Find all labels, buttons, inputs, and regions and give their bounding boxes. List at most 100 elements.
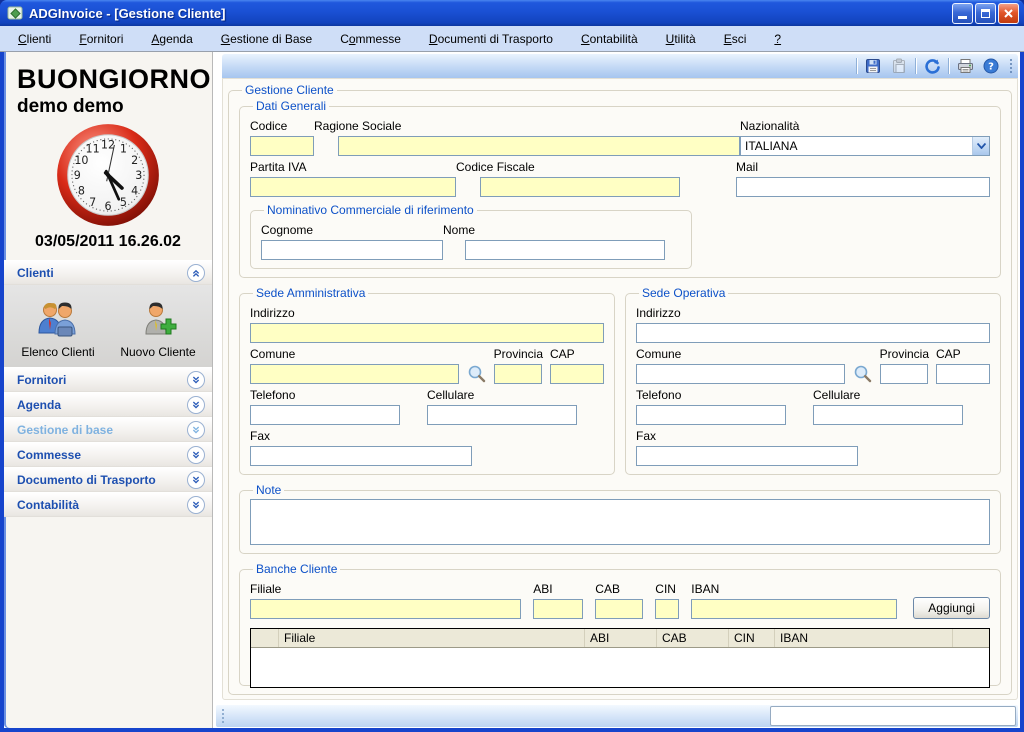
minimize-icon[interactable] <box>952 3 973 24</box>
sidebar: BUONGIORNO demo demo <box>4 52 213 728</box>
statusbar <box>216 705 1018 727</box>
menu-contabilita[interactable]: Contabilità <box>567 28 652 50</box>
close-icon[interactable] <box>998 3 1019 24</box>
ragione-sociale-input[interactable] <box>338 136 740 156</box>
partita-iva-input[interactable] <box>250 177 456 197</box>
sidebar-group-label: Clienti <box>17 266 54 280</box>
sidebar-group-clienti[interactable]: Clienti <box>4 260 212 285</box>
sidebar-group-contabilita[interactable]: Contabilità <box>4 492 212 517</box>
aggiungi-button[interactable]: Aggiungi <box>913 597 990 619</box>
gestione-cliente-title: Gestione Cliente <box>242 83 337 97</box>
nazionalita-value: ITALIANA <box>741 139 972 153</box>
greeting-text: BUONGIORNO <box>4 52 212 95</box>
double-chevron-down-icon[interactable] <box>187 421 205 439</box>
banche-cliente-group: Banche Cliente Filiale ABI CAB <box>239 562 1001 686</box>
sidebar-group-agenda[interactable]: Agenda <box>4 392 212 417</box>
svg-text:2: 2 <box>131 154 138 167</box>
gestione-cliente-group: Gestione Cliente Dati Generali Codice Ra… <box>228 83 1012 695</box>
sidebar-group-documento-di-trasporto[interactable]: Documento di Trasporto <box>4 467 212 492</box>
double-chevron-down-icon[interactable] <box>187 371 205 389</box>
double-chevron-down-icon[interactable] <box>187 471 205 489</box>
sede-oper-cap-input[interactable] <box>936 364 990 384</box>
refresh-icon[interactable] <box>920 56 944 76</box>
elenco-clienti-button[interactable]: Elenco Clienti <box>12 297 104 359</box>
sede-amm-cellulare-input[interactable] <box>427 405 577 425</box>
nazionalita-select[interactable]: ITALIANA <box>740 136 990 156</box>
menu-documenti-di-trasporto[interactable]: Documenti di Trasporto <box>415 28 567 50</box>
abi-input[interactable] <box>533 599 583 619</box>
maximize-icon[interactable] <box>975 3 996 24</box>
search-icon[interactable] <box>852 363 873 384</box>
nominativo-group: Nominativo Commerciale di riferimento Co… <box>250 203 692 269</box>
menu-help[interactable]: ? <box>760 28 795 50</box>
sede-oper-telefono-input[interactable] <box>636 405 786 425</box>
menu-clienti[interactable]: Clienti <box>4 28 65 50</box>
sede-oper-fax-input[interactable] <box>636 446 858 466</box>
menu-esci[interactable]: Esci <box>710 28 761 50</box>
double-chevron-down-icon[interactable] <box>187 496 205 514</box>
menu-fornitori[interactable]: Fornitori <box>65 28 137 50</box>
paste-icon[interactable] <box>887 56 911 76</box>
print-icon[interactable] <box>953 56 977 76</box>
filiale-input[interactable] <box>250 599 521 619</box>
codice-input[interactable] <box>250 136 314 156</box>
app-icon <box>7 5 24 22</box>
nuovo-cliente-button[interactable]: Nuovo Cliente <box>112 297 204 359</box>
cognome-input[interactable] <box>261 240 443 260</box>
iban-input[interactable] <box>691 599 897 619</box>
svg-text:6: 6 <box>104 200 111 213</box>
sede-amm-provincia-input[interactable] <box>494 364 542 384</box>
menu-utilita[interactable]: Utilità <box>652 28 710 50</box>
sede-amministrativa-group: Sede Amministrativa Indirizzo Comune <box>239 286 615 475</box>
chevron-down-icon[interactable] <box>972 137 989 155</box>
menu-gestione-di-base[interactable]: Gestione di Base <box>207 28 326 50</box>
search-icon[interactable] <box>466 363 487 384</box>
col-cin[interactable]: CIN <box>729 629 775 647</box>
codice-fiscale-input[interactable] <box>480 177 680 197</box>
menu-commesse[interactable]: Commesse <box>326 28 415 50</box>
mail-input[interactable] <box>736 177 990 197</box>
analog-clock: 1212 345 678 91011 <box>4 122 212 231</box>
banche-table: Filiale ABI CAB CIN IBAN <box>250 628 990 688</box>
sede-amm-comune-input[interactable] <box>250 364 459 384</box>
clock-icon: 1212 345 678 91011 <box>55 122 161 228</box>
statusbar-input[interactable] <box>770 706 1016 726</box>
save-icon[interactable] <box>861 56 885 76</box>
datetime-text: 03/05/2011 16.26.02 <box>4 233 212 251</box>
sede-amm-fax-input[interactable] <box>250 446 472 466</box>
double-chevron-down-icon[interactable] <box>187 396 205 414</box>
svg-text:8: 8 <box>78 185 85 198</box>
cin-input[interactable] <box>655 599 679 619</box>
sidebar-group-fornitori[interactable]: Fornitori <box>4 367 212 392</box>
help-icon[interactable]: ? <box>979 56 1003 76</box>
codice-label: Codice <box>250 119 314 133</box>
sede-oper-comune-input[interactable] <box>636 364 845 384</box>
nome-input[interactable] <box>465 240 665 260</box>
col-filiale[interactable]: Filiale <box>279 629 585 647</box>
sidebar-group-gestione-di-base[interactable]: Gestione di base <box>4 417 212 442</box>
cab-input[interactable] <box>595 599 643 619</box>
menu-agenda[interactable]: Agenda <box>137 28 206 50</box>
toolbar-overflow-grip[interactable] <box>1007 56 1015 76</box>
svg-text:10: 10 <box>74 154 88 167</box>
sede-oper-indirizzo-input[interactable] <box>636 323 990 343</box>
sede-amm-cap-input[interactable] <box>550 364 604 384</box>
menubar: Clienti Fornitori Agenda Gestione di Bas… <box>0 26 1024 52</box>
ragione-sociale-label: Ragione Sociale <box>314 119 740 133</box>
col-abi[interactable]: ABI <box>585 629 657 647</box>
sidebar-group-commesse[interactable]: Commesse <box>4 442 212 467</box>
sede-oper-provincia-input[interactable] <box>880 364 928 384</box>
sede-amm-telefono-input[interactable] <box>250 405 400 425</box>
double-chevron-up-icon[interactable] <box>187 264 205 282</box>
clienti-panel: Elenco Clienti Nuovo Clie <box>4 285 212 367</box>
sede-oper-cellulare-input[interactable] <box>813 405 963 425</box>
double-chevron-down-icon[interactable] <box>187 446 205 464</box>
col-iban[interactable]: IBAN <box>775 629 953 647</box>
note-textarea[interactable] <box>250 499 990 545</box>
sede-amm-indirizzo-input[interactable] <box>250 323 604 343</box>
svg-text:9: 9 <box>74 169 81 182</box>
dati-generali-group: Dati Generali Codice Ragione Sociale <box>239 99 1001 278</box>
col-cab[interactable]: CAB <box>657 629 729 647</box>
svg-text:11: 11 <box>86 143 100 156</box>
statusbar-grip[interactable] <box>219 707 227 725</box>
